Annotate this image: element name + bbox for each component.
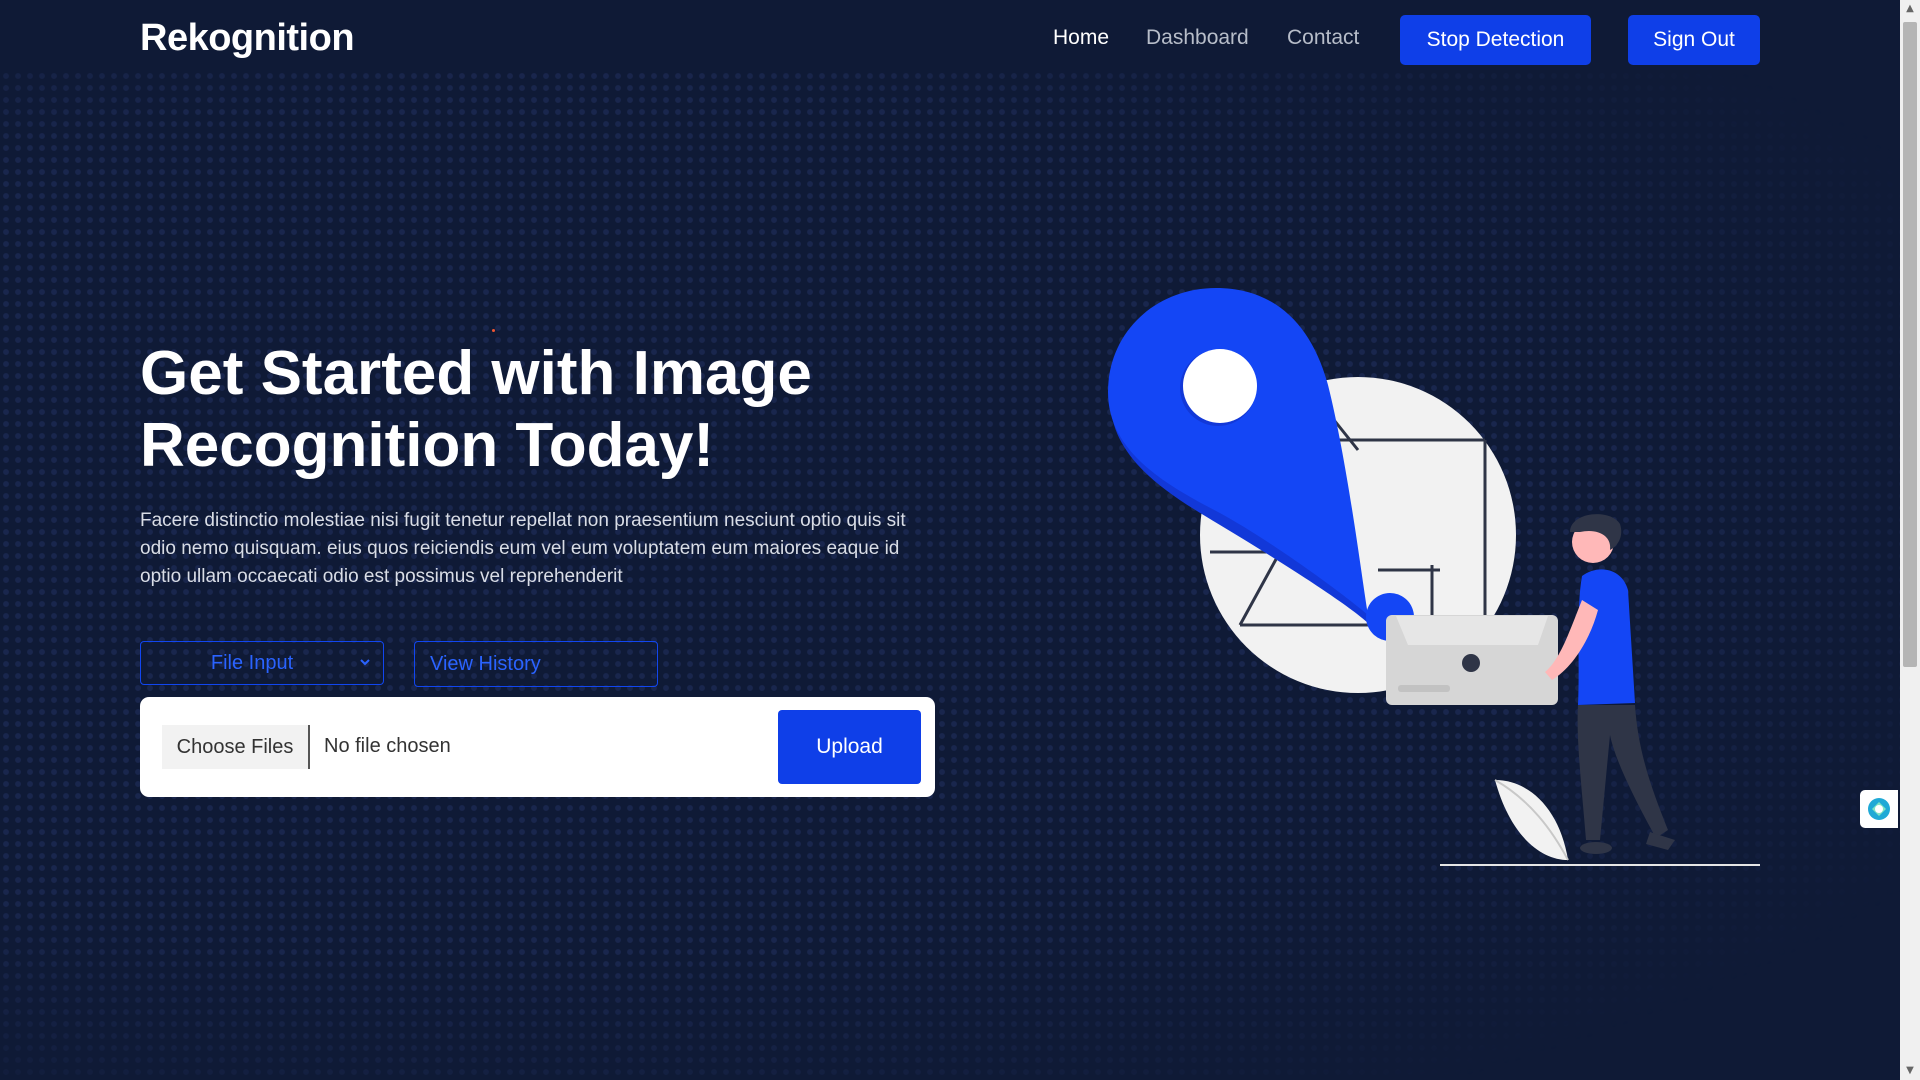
decorative-dot (492, 329, 495, 332)
view-history-button[interactable]: View History (414, 641, 658, 687)
assistant-icon (1868, 798, 1890, 820)
upload-button[interactable]: Upload (778, 710, 921, 784)
scroll-down-arrow-icon[interactable]: ▼ (1905, 1066, 1915, 1076)
nav-dashboard[interactable]: Dashboard (1146, 26, 1249, 50)
brand-logo[interactable]: Rekognition (140, 17, 355, 60)
scroll-up-arrow-icon[interactable]: ▲ (1905, 4, 1915, 14)
nav-home[interactable]: Home (1053, 26, 1109, 50)
person-figure (1545, 514, 1675, 854)
file-status-text: No file chosen (324, 735, 451, 757)
assistant-widget[interactable] (1860, 790, 1898, 828)
upload-card: Choose Files No file chosen Upload (140, 697, 935, 797)
chevron-down-icon (360, 659, 370, 666)
choose-files-button[interactable]: Choose Files (162, 725, 310, 769)
nav-contact[interactable]: Contact (1287, 26, 1359, 50)
input-mode-select[interactable]: File Input (140, 641, 384, 685)
sign-out-button[interactable]: Sign Out (1628, 15, 1760, 65)
stop-detection-button[interactable]: Stop Detection (1400, 15, 1591, 65)
hero-description: Facere distinctio molestiae nisi fugit t… (140, 510, 906, 587)
location-illustration (1108, 288, 1760, 866)
hero-title: Get Started with Image Recognition Today… (140, 339, 812, 480)
scroll-thumb[interactable] (1903, 22, 1917, 667)
input-mode-selected: File Input (210, 651, 294, 674)
plant-leaf (1495, 780, 1568, 860)
map-pin-hole (1183, 349, 1257, 423)
page-scrollbar[interactable]: ▲ ▼ (1900, 0, 1920, 1080)
